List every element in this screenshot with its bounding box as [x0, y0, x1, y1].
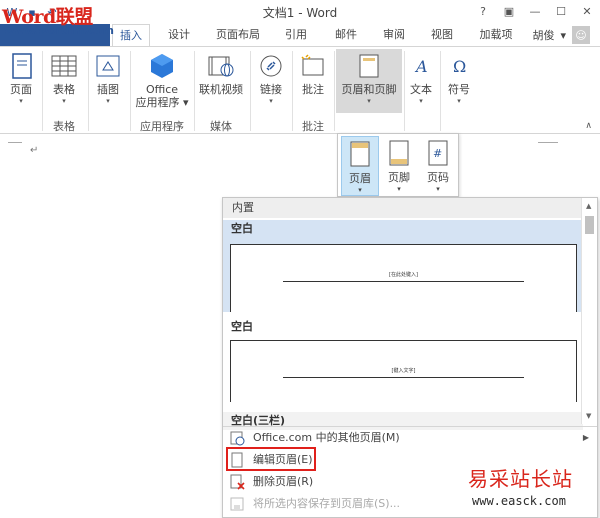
table-icon: [48, 51, 80, 81]
comment-button[interactable]: 批注: [296, 51, 330, 96]
office-apps-button[interactable]: Office 应用程序 ▾: [134, 51, 190, 109]
ribbon-insert: 页面 ▾ 表格 ▾ 表格 插图 ▾ Office 应用程序 ▾ 应用程序 联机视…: [0, 46, 600, 134]
header-footer-icon: [353, 51, 385, 81]
group-label-table: 表格: [53, 120, 75, 133]
submenu-arrow-icon: ▶: [582, 433, 589, 442]
user-account[interactable]: 胡俊 ▾ ☺: [532, 24, 590, 46]
video-icon: [205, 51, 237, 81]
user-name: 胡俊: [532, 29, 555, 42]
tab-review[interactable]: 审阅: [376, 24, 412, 46]
menu-item-more-headers[interactable]: Office.com 中的其他页眉(M) ▶: [223, 427, 597, 449]
ribbon-display-icon[interactable]: ▣: [496, 0, 522, 22]
text-box-icon: A: [406, 51, 438, 81]
header-icon: [349, 141, 371, 167]
svg-text:Ω: Ω: [453, 57, 466, 76]
remove-header-icon: [229, 474, 245, 490]
scroll-thumb: [585, 216, 594, 234]
gallery-item-blank[interactable]: 空白 [在此处键入]: [223, 220, 583, 312]
text-button[interactable]: A 文本 ▾: [406, 51, 436, 106]
page-number-button[interactable]: # 页码 ▾: [419, 136, 457, 196]
maximize-icon[interactable]: ☐: [548, 0, 574, 22]
header-footer-button[interactable]: 页眉和页脚 ▾: [336, 51, 402, 106]
margin-marker-left: [8, 142, 22, 143]
edit-header-highlight: [226, 447, 316, 471]
comment-icon: [297, 51, 329, 81]
paragraph-mark-icon: ↵: [30, 145, 39, 156]
page-button[interactable]: 页面 ▾: [6, 51, 36, 106]
user-caret: ▾: [560, 28, 566, 42]
gallery-item-title: 空白: [223, 220, 583, 238]
close-icon[interactable]: ✕: [574, 0, 600, 22]
header-footer-panel: 页眉 ▾ 页脚 ▾ # 页码 ▾: [337, 133, 459, 197]
minimize-icon[interactable]: —: [522, 0, 548, 22]
scroll-up-icon: ▲: [586, 202, 592, 210]
window-controls: ? ▣ — ☐ ✕: [470, 0, 600, 22]
easck-logo: 易采站长站: [468, 467, 573, 491]
group-label-media: 媒体: [210, 120, 232, 133]
illustrations-button[interactable]: 插图 ▾: [92, 51, 124, 106]
avatar: ☺: [572, 26, 590, 44]
online-video-button[interactable]: 联机视频: [196, 51, 246, 96]
easck-url: www.easck.com: [472, 494, 566, 508]
link-icon: [255, 51, 287, 81]
tab-add-ins[interactable]: 加载项: [472, 24, 520, 46]
margin-marker-right: [538, 142, 558, 143]
scroll-down-icon: ▼: [586, 412, 592, 420]
links-button[interactable]: 链接 ▾: [254, 51, 288, 106]
omega-icon: Ω: [444, 51, 476, 81]
tab-page-layout[interactable]: 页面布局: [210, 24, 266, 46]
symbol-button[interactable]: Ω 符号 ▾: [444, 51, 474, 106]
group-label-comments: 批注: [302, 120, 324, 133]
office-store-icon: [146, 51, 178, 81]
header-button[interactable]: 页眉 ▾: [341, 136, 379, 196]
tab-references[interactable]: 引用: [278, 24, 314, 46]
illustrations-icon: [92, 51, 124, 81]
gallery-scrollbar[interactable]: ▲ ▼: [581, 198, 597, 424]
tab-insert[interactable]: 插入: [112, 24, 150, 47]
svg-text:A: A: [414, 57, 428, 76]
gallery-item-title: 空白: [231, 320, 253, 333]
footer-icon: [388, 140, 410, 166]
svg-text:#: #: [433, 147, 442, 160]
page-number-icon: #: [427, 140, 449, 166]
table-button[interactable]: 表格 ▾: [48, 51, 80, 106]
tab-design[interactable]: 设计: [160, 24, 198, 46]
gallery-item-preview[interactable]: [键入文字]: [230, 340, 577, 402]
footer-button[interactable]: 页脚 ▾: [380, 136, 418, 196]
collapse-ribbon-icon[interactable]: ∧: [585, 121, 592, 131]
office-com-icon: [229, 430, 245, 446]
gallery-item-preview: [在此处键入]: [230, 244, 577, 312]
tab-view[interactable]: 视图: [424, 24, 460, 46]
page-icon: [6, 51, 38, 81]
group-label-apps: 应用程序: [140, 120, 184, 133]
wordlm-url: www.wordlm.com: [4, 24, 114, 37]
gallery-section-builtin: 内置: [223, 198, 583, 218]
save-to-gallery-icon: [229, 496, 245, 512]
tab-mailings[interactable]: 邮件: [328, 24, 364, 46]
help-icon[interactable]: ?: [470, 0, 496, 22]
